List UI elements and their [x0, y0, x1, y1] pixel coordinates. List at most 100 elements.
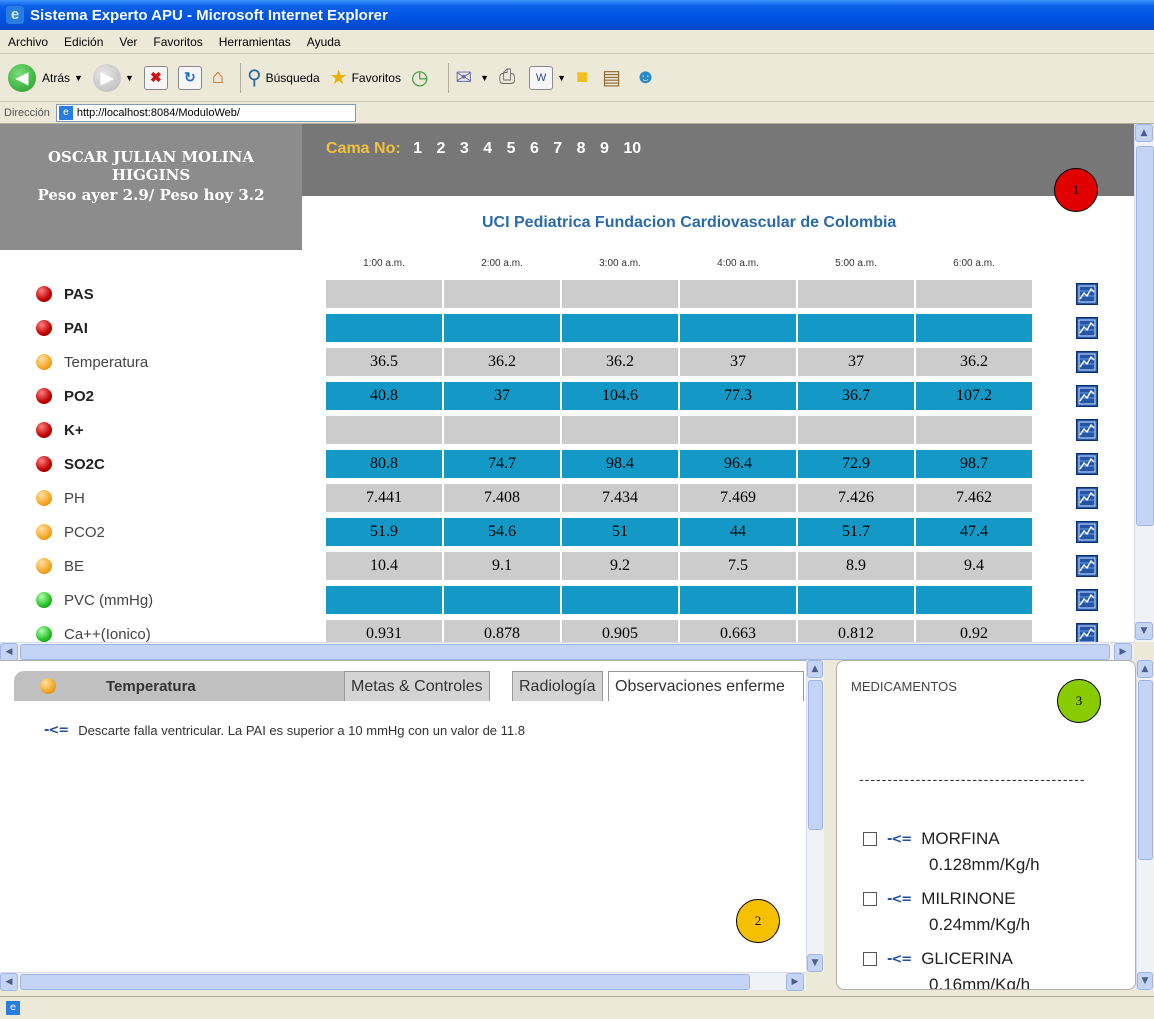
medication-checkbox[interactable]	[863, 952, 877, 966]
main-vertical-scrollbar[interactable]: ▲ ▼	[1134, 124, 1154, 642]
trend-chart-icon[interactable]	[1076, 555, 1098, 577]
trend-chart-icon[interactable]	[1076, 419, 1098, 441]
scroll-left-icon[interactable]: ◀	[0, 643, 18, 661]
scroll-thumb[interactable]	[1136, 146, 1154, 526]
research-button[interactable]: ▤	[602, 65, 625, 90]
trend-chart-icon[interactable]	[1076, 589, 1098, 611]
menu-ver[interactable]: Ver	[111, 35, 145, 49]
medication-name: GLICERINA	[921, 949, 1013, 968]
syringe-icon: -<=	[887, 951, 912, 967]
trend-chart-icon[interactable]	[1076, 487, 1098, 509]
dropdown-arrow-icon[interactable]: ▼	[125, 73, 134, 83]
notes-button[interactable]: ■	[576, 66, 592, 89]
menu-edicion[interactable]: Edición	[56, 35, 111, 49]
vital-label: PAS	[36, 280, 94, 308]
medications-vertical-scrollbar[interactable]: ▲ ▼	[1136, 660, 1154, 990]
main-horizontal-scrollbar[interactable]: ◀ ▶	[0, 642, 1134, 661]
favorites-button[interactable]: ★ Favoritos	[330, 65, 401, 90]
bed-link-3[interactable]: 3	[460, 140, 469, 157]
scroll-thumb[interactable]	[20, 974, 750, 990]
time-header: 2:00 a.m.	[481, 258, 523, 269]
bed-link-4[interactable]: 4	[483, 140, 492, 157]
bed-link-7[interactable]: 7	[553, 140, 562, 157]
trend-chart-icon[interactable]	[1076, 351, 1098, 373]
scroll-right-icon[interactable]: ▶	[786, 973, 804, 991]
messenger-button[interactable]: ☻	[635, 66, 660, 89]
menu-favoritos[interactable]: Favoritos	[145, 35, 210, 49]
history-button[interactable]: ◷	[411, 65, 432, 90]
stop-button[interactable]: ✖	[143, 65, 168, 90]
trend-chart-icon[interactable]	[1076, 283, 1098, 305]
vital-value-cell: 40.8	[326, 382, 442, 410]
menu-ayuda[interactable]: Ayuda	[299, 35, 349, 49]
vital-label: BE	[36, 552, 84, 580]
vital-value-cell: 0.812	[798, 620, 914, 642]
vital-value-cell: 54.6	[444, 518, 560, 546]
bed-link-2[interactable]: 2	[437, 140, 446, 157]
tab-radiologia[interactable]: Radiología	[512, 671, 603, 701]
vital-value-cell: 8.9	[798, 552, 914, 580]
scroll-down-icon[interactable]: ▼	[807, 954, 823, 972]
bed-link-5[interactable]: 5	[507, 140, 516, 157]
scroll-right-icon[interactable]: ▶	[1114, 643, 1132, 661]
vital-value-cell	[444, 416, 560, 444]
vital-value-cell	[562, 280, 678, 308]
detail-horizontal-scrollbar[interactable]: ◀ ▶	[0, 972, 806, 991]
mail-button[interactable]: ✉ ▼	[455, 65, 489, 90]
vital-label: SO2C	[36, 450, 105, 478]
refresh-button[interactable]: ↻	[177, 65, 202, 90]
medication-checkbox[interactable]	[863, 832, 877, 846]
vital-value-cell	[916, 314, 1032, 342]
vital-value-cell	[680, 280, 796, 308]
scroll-thumb[interactable]	[808, 680, 823, 830]
tab-metas-controles[interactable]: Metas & Controles	[344, 671, 490, 701]
bed-link-8[interactable]: 8	[577, 140, 586, 157]
detail-vertical-scrollbar[interactable]: ▲ ▼	[806, 660, 824, 972]
dropdown-arrow-icon[interactable]: ▼	[557, 73, 566, 83]
trend-chart-icon[interactable]	[1076, 385, 1098, 407]
dropdown-arrow-icon[interactable]: ▼	[74, 73, 83, 83]
vital-value-cell	[916, 586, 1032, 614]
print-button[interactable]: ⎙	[499, 66, 519, 89]
edit-button[interactable]: W ▼	[529, 65, 566, 90]
address-input[interactable]: e http://localhost:8084/ModuloWeb/	[55, 103, 356, 122]
bed-link-10[interactable]: 10	[623, 140, 641, 157]
toolbar-separator	[239, 62, 241, 93]
scroll-down-icon[interactable]: ▼	[1137, 972, 1153, 990]
dropdown-arrow-icon[interactable]: ▼	[480, 73, 489, 83]
vital-name: PVC (mmHg)	[64, 591, 154, 609]
title-bar: e Sistema Experto APU - Microsoft Intern…	[0, 0, 1154, 30]
trend-chart-icon[interactable]	[1076, 317, 1098, 339]
medication-checkbox[interactable]	[863, 892, 877, 906]
bed-link-9[interactable]: 9	[600, 140, 609, 157]
tab-observaciones[interactable]: Observaciones enferme	[608, 671, 804, 701]
vital-name: SO2C	[64, 455, 105, 473]
bed-link-1[interactable]: 1	[413, 140, 422, 157]
bed-selector: Cama No: 1 2 3 4 5 6 7 8 9 10	[326, 140, 651, 158]
trend-chart-icon[interactable]	[1076, 521, 1098, 543]
home-button[interactable]: ⌂	[212, 66, 224, 89]
scroll-up-icon[interactable]: ▲	[1135, 124, 1153, 142]
scroll-thumb[interactable]	[1138, 680, 1153, 860]
forward-button[interactable]: ▶ ▼	[92, 63, 134, 92]
trend-chart-icon[interactable]	[1076, 623, 1098, 642]
status-dot-icon	[36, 388, 52, 404]
scroll-thumb[interactable]	[20, 644, 1110, 660]
frame-divider[interactable]	[824, 660, 836, 990]
scroll-down-icon[interactable]: ▼	[1135, 622, 1153, 640]
observation-text: Descarte falla ventricular. La PAI es su…	[78, 723, 525, 738]
trend-chart-icon[interactable]	[1076, 453, 1098, 475]
scroll-up-icon[interactable]: ▲	[807, 660, 823, 678]
menu-archivo[interactable]: Archivo	[0, 35, 56, 49]
back-button[interactable]: ◀ Atrás ▼	[8, 63, 83, 92]
syringe-icon: -<=	[44, 723, 69, 738]
vital-value-cell: 96.4	[680, 450, 796, 478]
tab-temperatura[interactable]: Temperatura	[14, 671, 344, 701]
vital-value-cell	[326, 586, 442, 614]
menu-herramientas[interactable]: Herramientas	[211, 35, 299, 49]
vital-value-cell: 37	[798, 348, 914, 376]
scroll-up-icon[interactable]: ▲	[1137, 660, 1153, 678]
search-button[interactable]: ⚲ Búsqueda	[247, 65, 320, 90]
scroll-left-icon[interactable]: ◀	[0, 973, 18, 991]
bed-link-6[interactable]: 6	[530, 140, 539, 157]
